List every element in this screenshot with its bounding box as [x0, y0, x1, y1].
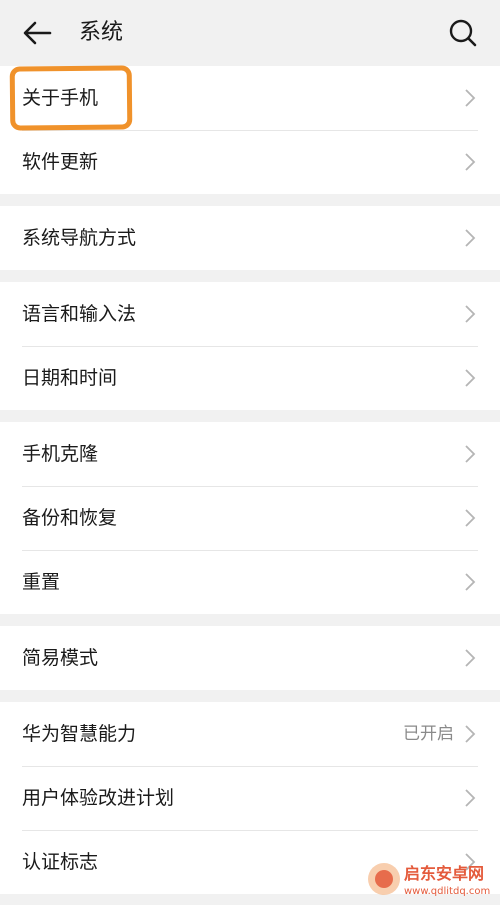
back-button[interactable] — [20, 18, 54, 48]
arrow-left-icon — [23, 21, 52, 45]
menu-item-date-time[interactable]: 日期和时间 — [0, 346, 500, 410]
chevron-right-icon — [465, 153, 476, 171]
settings-group-simple-mode: 简易模式 — [0, 626, 500, 690]
chevron-right-icon — [465, 649, 476, 667]
menu-item-label: 重置 — [22, 571, 61, 593]
menu-item-label: 用户体验改进计划 — [22, 787, 175, 809]
chevron-right-icon — [465, 509, 476, 527]
menu-item-label: 认证标志 — [22, 851, 99, 873]
menu-item-label: 软件更新 — [22, 151, 99, 173]
menu-item-label: 备份和恢复 — [22, 507, 118, 529]
chevron-right-icon — [465, 573, 476, 591]
chevron-right-icon — [465, 445, 476, 463]
menu-item-software-update[interactable]: 软件更新 — [0, 130, 500, 194]
menu-item-language-input[interactable]: 语言和输入法 — [0, 282, 500, 346]
menu-item-about-phone[interactable]: 关于手机 — [0, 66, 500, 130]
status-value: 已开启 — [403, 724, 454, 744]
menu-item-user-experience-program[interactable]: 用户体验改进计划 — [0, 766, 500, 830]
chevron-right-icon — [465, 369, 476, 387]
menu-item-label: 手机克隆 — [22, 443, 99, 465]
settings-group-misc: 华为智慧能力 已开启 用户体验改进计划 认证标志 — [0, 702, 500, 894]
menu-item-label: 关于手机 — [22, 87, 99, 109]
settings-group-language-time: 语言和输入法 日期和时间 — [0, 282, 500, 410]
menu-item-certification-logos[interactable]: 认证标志 — [0, 830, 500, 894]
menu-item-huawei-assistant[interactable]: 华为智慧能力 已开启 — [0, 702, 500, 766]
chevron-right-icon — [465, 853, 476, 871]
menu-item-label: 华为智慧能力 — [22, 723, 137, 745]
chevron-right-icon — [465, 789, 476, 807]
settings-group-navigation: 系统导航方式 — [0, 206, 500, 270]
page-title: 系统 — [79, 20, 124, 45]
settings-group-device: 关于手机 软件更新 — [0, 66, 500, 194]
chevron-right-icon — [465, 725, 476, 743]
menu-item-system-navigation[interactable]: 系统导航方式 — [0, 206, 500, 270]
settings-list: 关于手机 软件更新 系统导航方式 语言和输入法 日期和时间 手机克隆 备份和恢复 — [0, 66, 500, 894]
chevron-right-icon — [465, 305, 476, 323]
settings-group-backup: 手机克隆 备份和恢复 重置 — [0, 422, 500, 614]
menu-item-phone-clone[interactable]: 手机克隆 — [0, 422, 500, 486]
menu-item-label: 日期和时间 — [22, 367, 118, 389]
menu-item-label: 简易模式 — [22, 647, 99, 669]
app-header: 系统 — [0, 0, 500, 66]
chevron-right-icon — [465, 89, 476, 107]
search-button[interactable] — [448, 18, 478, 48]
menu-item-label: 系统导航方式 — [22, 227, 137, 249]
chevron-right-icon — [465, 229, 476, 247]
search-icon — [449, 19, 477, 47]
menu-item-reset[interactable]: 重置 — [0, 550, 500, 614]
menu-item-label: 语言和输入法 — [22, 303, 137, 325]
menu-item-simple-mode[interactable]: 简易模式 — [0, 626, 500, 690]
menu-item-backup-restore[interactable]: 备份和恢复 — [0, 486, 500, 550]
